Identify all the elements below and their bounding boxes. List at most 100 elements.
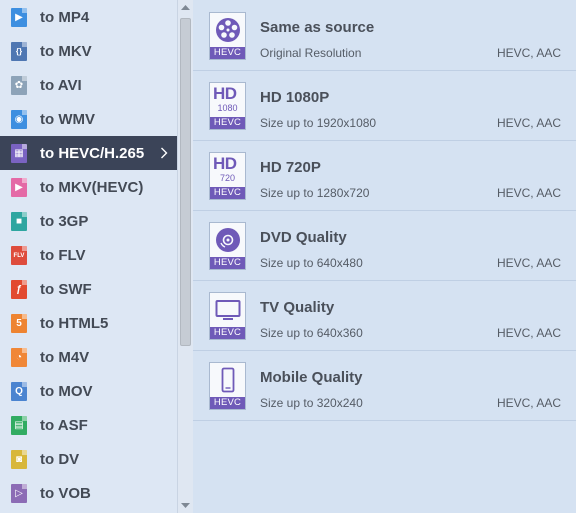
- format-file-icon: ▤: [11, 416, 27, 435]
- preset-title: DVD Quality: [260, 229, 347, 246]
- format-item-label: to HTML5: [40, 315, 109, 332]
- format-file-icon: ▶: [11, 178, 27, 197]
- preset-mobile-quality[interactable]: HEVC Mobile Quality Size up to 320x240 HEVC…: [193, 351, 576, 421]
- scrollbar-thumb[interactable]: [180, 18, 191, 346]
- hevc-tag: HEVC: [210, 397, 245, 409]
- format-item-label: to MP4: [40, 9, 90, 26]
- hd-badge-icon: HD 720: [213, 154, 242, 184]
- preset-art: [210, 293, 245, 327]
- format-item[interactable]: FLV to FLV: [0, 238, 177, 272]
- preset-art: [210, 13, 245, 47]
- format-file-glyph: ▷: [15, 488, 23, 499]
- format-file-glyph: {}: [15, 47, 23, 56]
- format-file-icon: Q: [11, 382, 27, 401]
- preset-resolution: Size up to 640x360: [260, 326, 363, 340]
- format-item[interactable]: ■ to 3GP: [0, 204, 177, 238]
- format-item-label: to VOB: [40, 485, 91, 502]
- preset-title: Same as source: [260, 19, 375, 36]
- format-file-glyph: ◔: [15, 352, 23, 363]
- format-file-icon: ▷: [11, 484, 27, 503]
- hevc-tag: HEVC: [210, 327, 245, 339]
- dvd-disc-icon: [215, 228, 240, 252]
- preset-thumbnail: HD 720 HEVC: [209, 152, 246, 200]
- format-item[interactable]: ◉ to WMV: [0, 102, 177, 136]
- preset-hd-1080p[interactable]: HD 1080 HEVC HD 1080P Size up to 1920x1080 HE…: [193, 71, 576, 141]
- format-file-glyph: ■: [15, 216, 23, 227]
- format-file-glyph: 5: [16, 318, 22, 329]
- format-list-scrollbar[interactable]: [177, 0, 193, 513]
- format-file-icon: ✿: [11, 76, 27, 95]
- hd-badge-icon: HD 1080: [213, 84, 242, 114]
- preset-resolution: Size up to 1920x1080: [260, 116, 377, 130]
- preset-codec: HEVC, AAC: [496, 116, 561, 130]
- format-item-label: to FLV: [40, 247, 86, 264]
- format-item[interactable]: ✿ to AVI: [0, 68, 177, 102]
- mobile-phone-icon: [221, 367, 234, 393]
- preset-codec: HEVC, AAC: [496, 256, 561, 270]
- format-item-label: to ASF: [40, 417, 88, 434]
- format-item-label: to M4V: [40, 349, 90, 366]
- preset-codec: HEVC, AAC: [496, 186, 561, 200]
- preset-thumbnail: HEVC: [209, 362, 246, 410]
- format-item[interactable]: ▦ to HEVC/H.265: [0, 136, 177, 170]
- preset-thumbnail: HEVC: [209, 292, 246, 340]
- preset-codec: HEVC, AAC: [496, 396, 561, 410]
- format-item-label: to AVI: [40, 77, 82, 94]
- preset-list: HEVC Same as source Original Resolution HEV…: [193, 0, 576, 513]
- format-item[interactable]: ▶ to MP4: [0, 0, 177, 34]
- format-item[interactable]: Qto MOV: [0, 374, 177, 408]
- preset-art: [210, 223, 245, 257]
- format-file-icon: ▦: [11, 144, 27, 163]
- preset-title: Mobile Quality: [260, 369, 363, 386]
- hd-badge-label: HD: [213, 154, 237, 173]
- format-list: ▶ to MP4 {} to MKV ✿ to AVI ◉ to WMV ▦ to HEVC/H.…: [0, 0, 177, 513]
- format-item[interactable]: ▷ to VOB: [0, 476, 177, 510]
- preset-hd-720p[interactable]: HD 720 HEVC HD 720P Size up to 1280x720 HEVC,…: [193, 141, 576, 211]
- format-item[interactable]: ▶ to MKV(HEVC): [0, 170, 177, 204]
- format-item[interactable]: 5 to HTML5: [0, 306, 177, 340]
- format-item[interactable]: ◙ to DV: [0, 442, 177, 476]
- format-file-glyph: ƒ: [16, 284, 22, 295]
- scroll-up-arrow-icon[interactable]: [181, 4, 190, 10]
- hd-badge-label: HD: [213, 84, 237, 103]
- preset-art: HD 1080: [210, 83, 245, 117]
- format-file-glyph: ◙: [15, 454, 23, 465]
- preset-thumbnail: HEVC: [209, 12, 246, 60]
- hevc-tag: HEVC: [210, 47, 245, 59]
- preset-same-as-source[interactable]: HEVC Same as source Original Resolution HEV…: [193, 1, 576, 71]
- hevc-tag: HEVC: [210, 257, 245, 269]
- preset-thumbnail: HEVC: [209, 222, 246, 270]
- hd-badge-resolution: 1080: [217, 103, 238, 113]
- format-item-label: to MKV(HEVC): [40, 179, 144, 196]
- format-item-label: to DV: [40, 451, 80, 468]
- preset-dvd-quality[interactable]: HEVC DVD Quality Size up to 640x480 HEVC, A…: [193, 211, 576, 281]
- format-file-glyph: ▶: [15, 12, 23, 23]
- preset-art: [210, 363, 245, 397]
- chevron-right-icon: [161, 147, 168, 159]
- format-file-icon: FLV: [11, 246, 27, 265]
- format-item-label: to HEVC/H.265: [40, 145, 145, 162]
- hevc-tag: HEVC: [210, 187, 245, 199]
- format-item[interactable]: ƒ to SWF: [0, 272, 177, 306]
- preset-codec: HEVC, AAC: [496, 46, 561, 60]
- hd-badge-resolution: 720: [219, 173, 236, 183]
- format-file-icon: {}: [11, 42, 27, 61]
- format-item[interactable]: {} to MKV: [0, 34, 177, 68]
- preset-title: HD 1080P: [260, 89, 330, 106]
- format-file-glyph: ▶: [15, 182, 23, 193]
- format-file-glyph: Q: [15, 386, 23, 397]
- preset-tv-quality[interactable]: HEVC TV Quality Size up to 640x360 HEVC, AA…: [193, 281, 576, 351]
- format-item-label: to MKV: [40, 43, 92, 60]
- preset-resolution: Size up to 1280x720: [260, 186, 370, 200]
- format-file-glyph: ◉: [14, 114, 24, 125]
- format-item-label: to SWF: [40, 281, 92, 298]
- format-item[interactable]: ▤ to ASF: [0, 408, 177, 442]
- preset-title: HD 720P: [260, 159, 321, 176]
- scroll-down-arrow-icon[interactable]: [181, 503, 190, 509]
- format-file-icon: ƒ: [11, 280, 27, 299]
- format-file-glyph: ▤: [14, 420, 24, 431]
- format-file-icon: ◙: [11, 450, 27, 469]
- format-item-label: to WMV: [40, 111, 95, 128]
- format-item[interactable]: ◔ to M4V: [0, 340, 177, 374]
- format-file-glyph: ✿: [14, 80, 24, 91]
